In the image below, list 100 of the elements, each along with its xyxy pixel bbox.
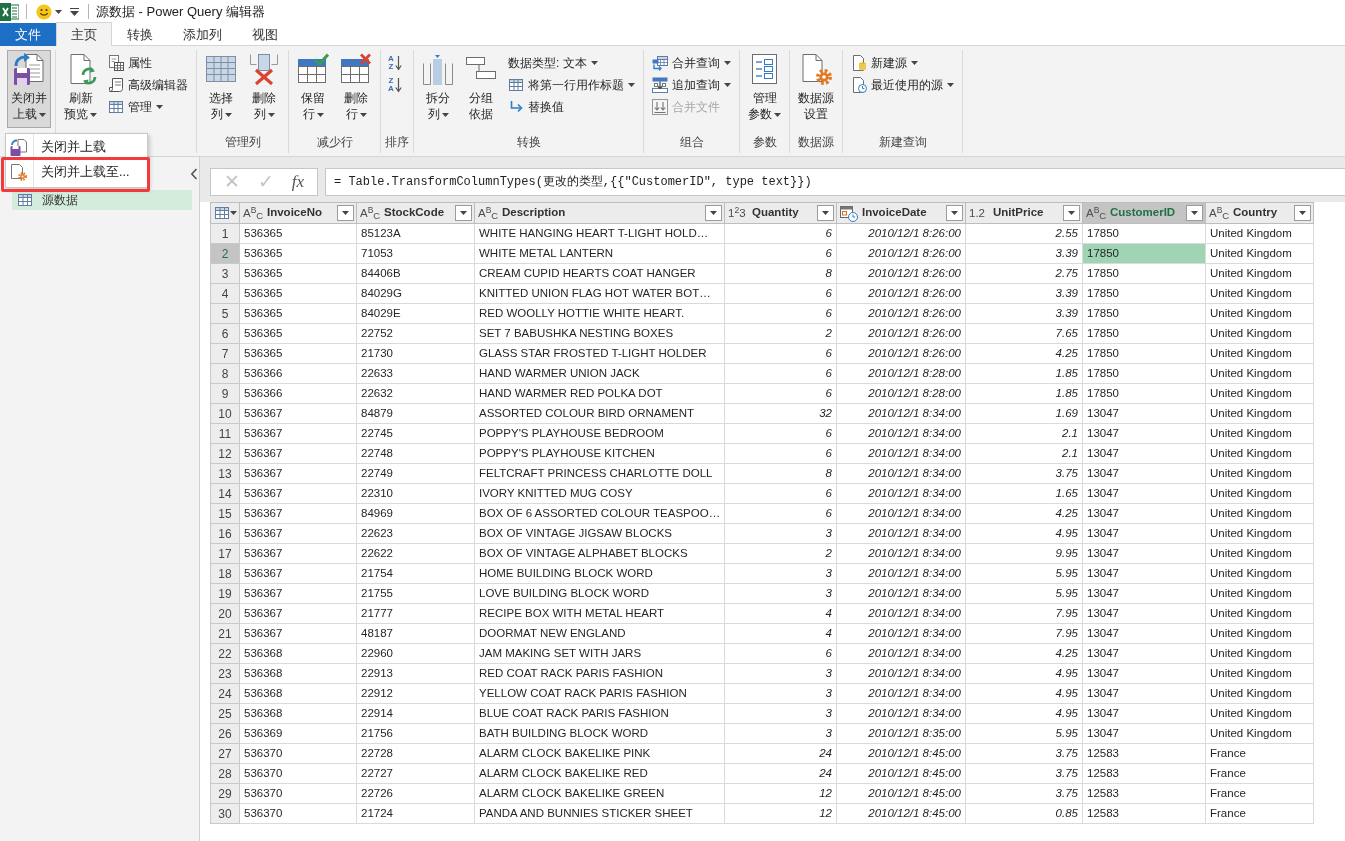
ribbon-button[interactable]: 分组 依据	[461, 50, 501, 128]
table-cell: 17850	[1082, 223, 1206, 244]
column-name: InvoiceNo	[267, 205, 323, 221]
caret-icon	[947, 83, 954, 87]
table-cell: 2.1	[965, 423, 1083, 444]
table-cell: 2010/12/1 8:26:00	[836, 303, 966, 324]
table-cell: 22632	[356, 383, 475, 404]
ribbon-button[interactable]: 高级编辑器	[104, 74, 192, 96]
column-filter-button[interactable]	[337, 205, 354, 221]
table-cell: 13047	[1082, 663, 1206, 684]
customize-toolbar-button[interactable]	[68, 7, 81, 16]
table-menu-button[interactable]	[210, 202, 240, 224]
table-cell: 2010/12/1 8:45:00	[836, 763, 966, 784]
menu-item[interactable]: 关闭并上载至...	[6, 160, 145, 185]
insert-function-button[interactable]: fx	[287, 171, 309, 193]
column-header[interactable]: 1.2 UnitPrice	[965, 202, 1083, 224]
column-filter-button[interactable]	[1063, 205, 1080, 221]
column-header[interactable]: A$^{B}$$_{C}$ CustomerID	[1082, 202, 1206, 224]
ribbon-button[interactable]: 属性	[104, 52, 192, 74]
table-cell: 22960	[356, 643, 475, 664]
table-cell: 1.69	[965, 403, 1083, 424]
ribbon-tab[interactable]: 转换	[112, 23, 168, 46]
table-cell: United Kingdom	[1205, 423, 1314, 444]
ribbon-button[interactable]: 替换值	[504, 96, 639, 118]
ribbon-button[interactable]: 数据源 设置	[794, 50, 838, 128]
table-cell: 536368	[239, 703, 357, 724]
row-number: 21	[210, 623, 240, 644]
table-cell: WHITE HANGING HEART T-LIGHT HOLD…	[474, 223, 725, 244]
table-cell: BATH BUILDING BLOCK WORD	[474, 723, 725, 744]
document-gear-icon	[10, 164, 27, 181]
ribbon-button[interactable]: 最近使用的源	[847, 74, 958, 96]
ribbon-button[interactable]: 新建源	[847, 52, 958, 74]
table-cell: United Kingdom	[1205, 723, 1314, 744]
ribbon-button[interactable]: 保留 行	[293, 50, 333, 128]
table-cell: 2.55	[965, 223, 1083, 244]
file-tab[interactable]: 文件	[0, 23, 56, 46]
table-cell: 6	[724, 423, 837, 444]
column-header[interactable]: A$^{B}$$_{C}$ StockCode	[356, 202, 475, 224]
column-filter-button[interactable]	[455, 205, 472, 221]
scroll-document-icon	[108, 77, 124, 93]
table-cell: 2010/12/1 8:28:00	[836, 363, 966, 384]
table-cell: 4.25	[965, 503, 1083, 524]
column-header[interactable]: 1$^{2}$3 Quantity	[724, 202, 837, 224]
ribbon-button[interactable]: 关闭并 上载	[7, 50, 51, 128]
column-filter-button[interactable]	[1186, 205, 1203, 221]
table-cell: 2	[724, 543, 837, 564]
table-grid-icon	[18, 194, 32, 206]
column-name: InvoiceDate	[862, 205, 928, 221]
sort-button[interactable]: A Z	[385, 52, 405, 74]
table-cell: BOX OF 6 ASSORTED COLOUR TEASPOO…	[474, 503, 725, 524]
table-cell: 2010/12/1 8:34:00	[836, 563, 966, 584]
ribbon-button[interactable]: 数据类型: 文本	[504, 52, 639, 74]
ribbon-tab[interactable]: 添加列	[168, 23, 237, 46]
ribbon-button[interactable]: 刷新 预览	[60, 50, 101, 128]
down-arrow-icon	[394, 77, 402, 93]
group-label: 转换	[515, 134, 542, 151]
table-cell: 6	[724, 283, 837, 304]
ribbon-button[interactable]: 选择 列	[201, 50, 241, 128]
ribbon-button[interactable]: 管理 参数	[744, 50, 785, 128]
column-header[interactable]: A$^{B}$$_{C}$ InvoiceNo	[239, 202, 357, 224]
column-header[interactable]: A$^{B}$$_{C}$ Description	[474, 202, 725, 224]
save-disk-icon	[10, 139, 27, 156]
column-filter-button[interactable]	[946, 205, 963, 221]
table-cell: 4.25	[965, 343, 1083, 364]
table-cell: 2010/12/1 8:34:00	[836, 503, 966, 524]
query-item[interactable]: 源数据	[12, 190, 192, 210]
ribbon-button[interactable]: 将第一行用作标题	[504, 74, 639, 96]
ribbon-button[interactable]: 删除 行	[336, 50, 376, 128]
row-number: 17	[210, 543, 240, 564]
table-cell: 2010/12/1 8:34:00	[836, 523, 966, 544]
ribbon-button[interactable]: 拆分 列	[418, 50, 458, 128]
ribbon-tab[interactable]: 视图	[237, 23, 293, 46]
table-cell: United Kingdom	[1205, 363, 1314, 384]
row-number: 27	[210, 743, 240, 764]
ribbon-button[interactable]: 删除 列	[244, 50, 284, 128]
table-cell: 8	[724, 463, 837, 484]
row-number: 22	[210, 643, 240, 664]
ribbon-button[interactable]: 合并查询	[648, 52, 735, 74]
menu-item[interactable]: 关闭并上载	[6, 135, 147, 160]
formula-field[interactable]: = Table.TransformColumnTypes(更改的类型,{{"CustomerID", type text}})	[325, 168, 1345, 196]
table-cell: ALARM CLOCK BAKELIKE RED	[474, 763, 725, 784]
ribbon-tab[interactable]: 主页	[56, 22, 112, 46]
column-header[interactable]: A$^{B}$$_{C}$ Country	[1205, 202, 1314, 224]
ribbon-button[interactable]: 追加查询	[648, 74, 735, 96]
column-filter-button[interactable]	[705, 205, 722, 221]
table-cell: 3.75	[965, 783, 1083, 804]
caret-icon	[628, 83, 635, 87]
column-filter-button[interactable]	[817, 205, 834, 221]
table-cell: 9.95	[965, 543, 1083, 564]
caret-icon	[229, 211, 237, 215]
table-cell: 3	[724, 563, 837, 584]
collapse-button[interactable]	[190, 167, 198, 180]
sort-button[interactable]: Z A	[385, 74, 405, 96]
column-header[interactable]: InvoiceDate	[836, 202, 966, 224]
feedback-button[interactable]	[34, 3, 64, 20]
ribbon-button[interactable]: 管理	[104, 96, 192, 118]
row-number: 6	[210, 323, 240, 344]
column-filter-button[interactable]	[1294, 205, 1311, 221]
replace-arrow-icon	[508, 99, 524, 115]
table-cell: United Kingdom	[1205, 663, 1314, 684]
